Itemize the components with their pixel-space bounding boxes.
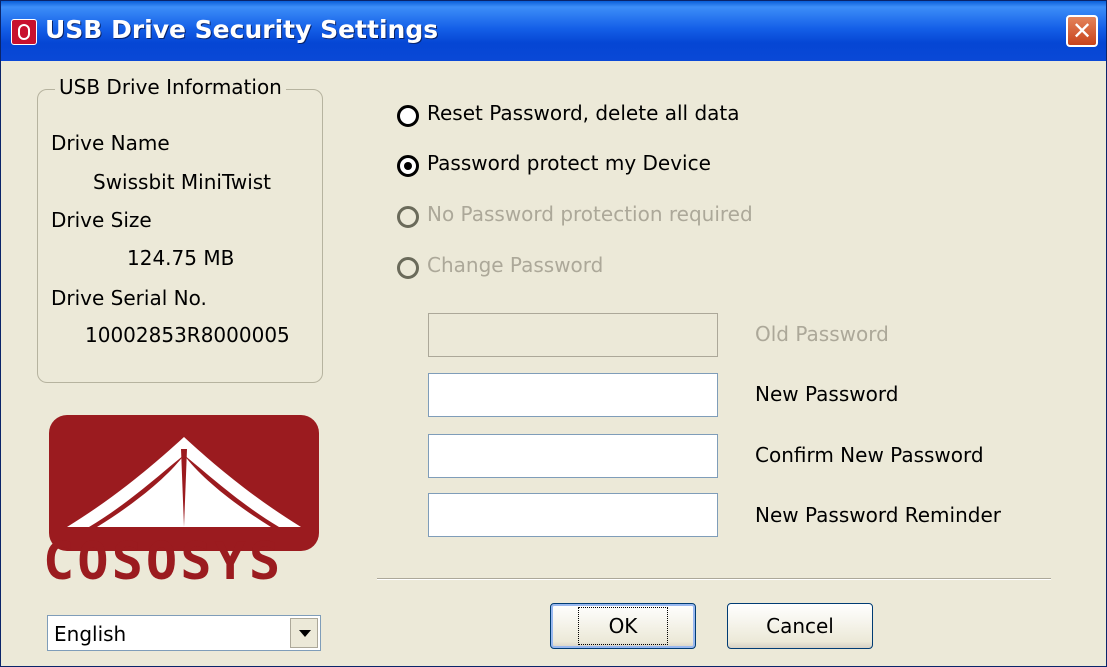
password-reminder-label: New Password Reminder [755,503,1001,527]
ok-button[interactable]: OK [550,603,696,649]
close-icon: ✕ [1071,17,1093,45]
radio-label: Reset Password, delete all data [427,101,740,125]
drive-info-group-title: USB Drive Information [55,75,286,99]
confirm-password-label: Confirm New Password [755,443,984,467]
language-select-value: English [54,622,127,646]
confirm-password-field[interactable] [428,434,718,478]
chevron-down-icon[interactable] [290,618,318,648]
window-title: USB Drive Security Settings [45,15,439,44]
logo-wordmark: COSOSYS [43,532,284,592]
language-select[interactable]: English [47,615,321,651]
logo-mountain-graphic [67,437,301,527]
cancel-button-label: Cancel [766,614,834,638]
radio-button-checked-icon[interactable] [397,155,419,177]
close-button[interactable]: ✕ [1066,15,1098,47]
drive-name-label: Drive Name [51,131,170,155]
radio-button-icon[interactable] [397,105,419,127]
radio-label: Password protect my Device [427,151,711,175]
old-password-field[interactable] [428,313,718,357]
drive-name-value: Swissbit MiniTwist [93,170,272,194]
new-password-label: New Password [755,382,899,406]
drive-serial-value: 10002853R8000005 [85,323,290,347]
title-bar[interactable]: USB Drive Security Settings ✕ [1,1,1106,61]
radio-button-disabled-icon[interactable] [397,206,419,228]
old-password-label: Old Password [755,322,889,346]
password-reminder-field[interactable] [428,493,718,537]
radio-button-disabled-icon[interactable] [397,257,419,279]
cososys-logo [49,415,319,551]
radio-label: No Password protection required [427,202,753,226]
drive-size-value: 124.75 MB [127,246,235,270]
radio-label: Change Password [427,253,604,277]
drive-size-label: Drive Size [51,208,152,232]
app-lock-icon [11,19,37,45]
divider [377,578,1051,580]
drive-serial-label: Drive Serial No. [51,286,207,310]
new-password-field[interactable] [428,373,718,417]
ok-button-label: OK [577,607,669,645]
cancel-button[interactable]: Cancel [727,603,873,649]
dialog-window: USB Drive Security Settings ✕ USB Drive … [0,0,1107,667]
